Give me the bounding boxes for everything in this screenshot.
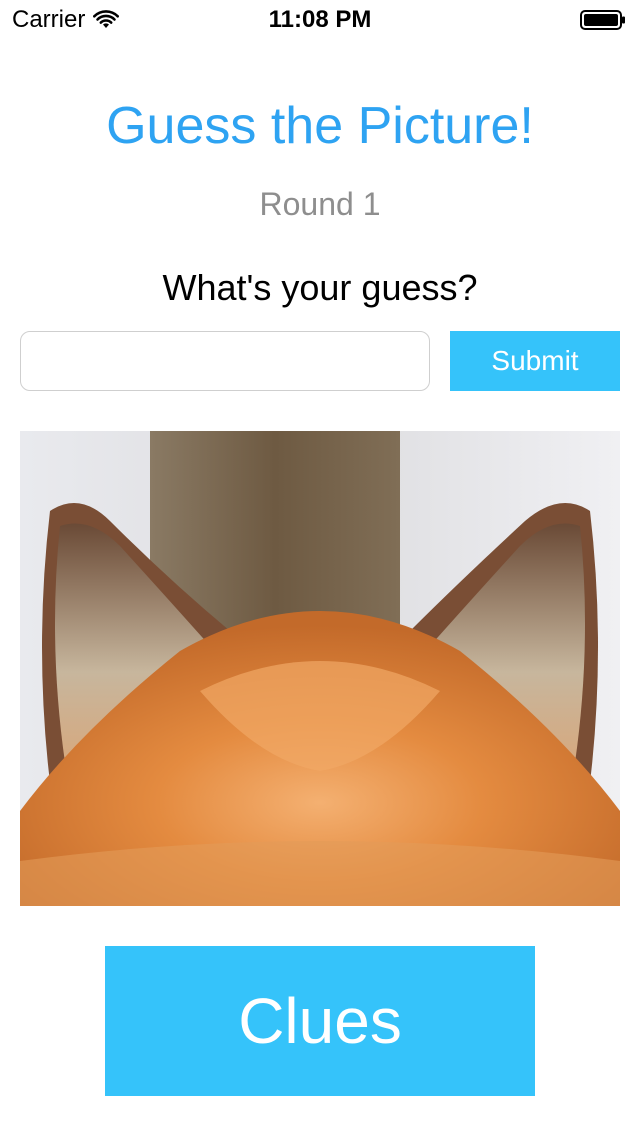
- page-title: Guess the Picture!: [106, 97, 534, 155]
- clues-button[interactable]: Clues: [105, 946, 535, 1096]
- guess-picture: [20, 431, 620, 906]
- fox-ears-image: [20, 431, 620, 906]
- round-label: Round 1: [259, 186, 381, 222]
- status-bar: Carrier 11:08 PM: [0, 0, 640, 40]
- battery-icon: [580, 10, 625, 30]
- guess-prompt: What's your guess?: [162, 267, 478, 308]
- status-time: 11:08 PM: [268, 6, 372, 33]
- guess-input[interactable]: [20, 331, 430, 391]
- submit-button[interactable]: Submit: [450, 331, 620, 391]
